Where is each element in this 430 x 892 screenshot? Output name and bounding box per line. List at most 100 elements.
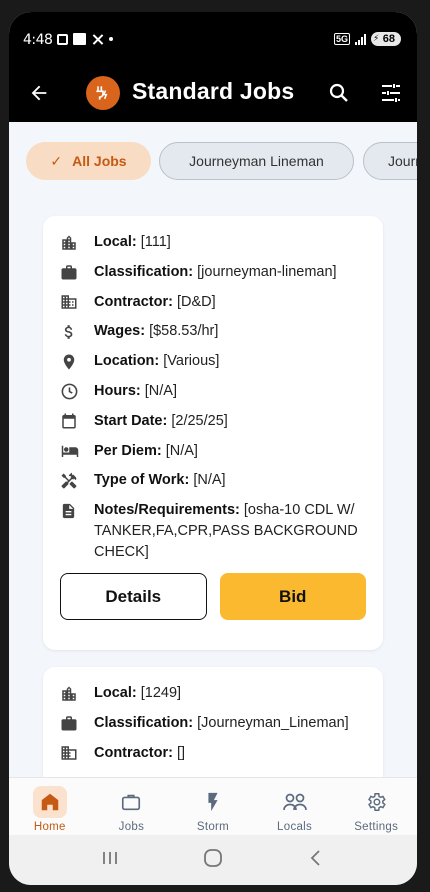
back-system-button[interactable]	[306, 848, 326, 873]
nav-item-locals[interactable]: Locals	[254, 778, 336, 835]
chip-label: Journeyman	[388, 153, 417, 169]
job-field-notes: Notes/Requirements: [osha-10 CDL W/ TANK…	[60, 500, 366, 563]
job-field-classification: Classification: [journeyman-lineman]	[60, 262, 366, 292]
field-label: Start Date:	[94, 412, 168, 429]
field-label: Per Diem:	[94, 442, 162, 459]
home-icon	[41, 793, 59, 811]
arrow-left-icon	[31, 85, 47, 101]
notification-icon	[91, 33, 104, 45]
field-value: [Journeyman_Lineman]	[197, 714, 349, 731]
field-label: Local:	[94, 685, 137, 701]
filter-chip-journeyman-lineman[interactable]: Journeyman Lineman	[159, 142, 354, 180]
check-icon: ✓	[50, 152, 63, 169]
field-label: Contractor:	[94, 744, 173, 761]
field-label: Notes/Requirements:	[94, 502, 240, 519]
nav-label: Storm	[196, 821, 230, 833]
field-value: [1249]	[140, 685, 182, 701]
tools-icon	[61, 472, 77, 489]
field-label: Contractor:	[94, 293, 173, 310]
location-pin-icon	[63, 354, 75, 370]
plug-icon	[96, 86, 108, 100]
field-label: Classification:	[94, 263, 194, 280]
status-bar: 4:48 5G 68	[9, 12, 417, 64]
back-button[interactable]	[25, 79, 53, 107]
home-system-button[interactable]	[202, 847, 224, 874]
dollar-icon	[64, 325, 73, 339]
job-field-contractor: Contractor: []	[60, 743, 366, 773]
field-value: [D&D]	[176, 293, 216, 310]
filter-chip-all-jobs[interactable]: ✓ All Jobs	[26, 142, 151, 180]
briefcase-icon	[122, 794, 141, 811]
app-logo	[86, 76, 120, 110]
bed-icon	[61, 445, 79, 458]
job-field-hours: Hours: [N/A]	[60, 381, 366, 411]
status-right: 5G 68	[333, 32, 401, 46]
job-field-contractor: Contractor: [D&D]	[60, 292, 366, 322]
job-field-local: Local: [1249]	[60, 683, 366, 713]
nav-label: Jobs	[118, 821, 145, 833]
briefcase-icon	[61, 716, 77, 731]
job-actions: Details Bid	[60, 573, 366, 621]
home-circle-icon	[204, 848, 222, 867]
field-label: Hours:	[94, 382, 141, 399]
field-label: Classification:	[94, 714, 194, 731]
building-icon	[61, 746, 77, 760]
page-title: Standard Jobs	[132, 78, 295, 104]
nav-item-storm[interactable]: Storm	[172, 778, 254, 835]
field-label: Wages:	[94, 323, 146, 340]
signal-icon	[355, 33, 366, 45]
recent-apps-button[interactable]	[100, 849, 120, 872]
phone-screen: 4:48 5G 68 Standard Jobs	[9, 12, 417, 885]
field-value: [Various]	[163, 353, 220, 370]
status-time: 4:48	[23, 32, 53, 48]
clock-icon	[61, 383, 78, 400]
job-field-start-date: Start Date: [2/25/25]	[60, 411, 366, 441]
job-field-location: Location: [Various]	[60, 351, 366, 381]
details-button[interactable]: Details	[60, 573, 207, 621]
briefcase-icon	[61, 265, 77, 280]
job-card: Local: [1249] Classification: [Journeyma…	[43, 667, 383, 777]
notification-icons	[57, 33, 113, 45]
filter-chips: ✓ All Jobs Journeyman Lineman Journeyman	[9, 122, 417, 200]
job-field-wages: Wages: [$58.53/hr]	[60, 321, 366, 351]
job-field-type-of-work: Type of Work: [N/A]	[60, 470, 366, 500]
search-button[interactable]	[327, 81, 353, 107]
building-icon	[61, 295, 77, 309]
nav-item-home[interactable]: Home	[9, 778, 91, 835]
group-icon	[282, 793, 307, 811]
nav-item-settings[interactable]: Settings	[335, 778, 417, 835]
field-value: [N/A]	[144, 382, 177, 399]
filter-settings-button[interactable]	[379, 81, 405, 107]
job-card: Local: [111] Classification: [journeyman…	[43, 216, 383, 650]
field-value: []	[176, 744, 186, 761]
nav-label: Locals	[277, 821, 313, 833]
network-type: 5G	[333, 33, 350, 45]
nav-label: Settings	[354, 821, 399, 833]
notification-icon	[57, 33, 68, 45]
recents-icon	[103, 851, 117, 864]
calendar-icon	[62, 413, 76, 429]
gear-icon	[368, 793, 386, 811]
system-navigation-bar	[9, 835, 417, 885]
field-value: [111]	[140, 234, 171, 250]
field-label: Location:	[94, 353, 160, 370]
chevron-left-icon	[310, 849, 320, 866]
app-bar: Standard Jobs	[9, 64, 417, 122]
tune-icon	[382, 84, 400, 102]
lightning-icon	[208, 792, 218, 812]
filter-chip-journeyman[interactable]: Journeyman	[363, 142, 417, 180]
field-value: [$58.53/hr]	[149, 323, 219, 340]
bid-button[interactable]: Bid	[219, 573, 366, 621]
chip-label: All Jobs	[72, 153, 127, 169]
field-value: [N/A]	[193, 472, 226, 489]
city-icon	[62, 235, 76, 250]
field-label: Local:	[94, 234, 137, 250]
more-notifications-icon	[109, 37, 113, 41]
document-icon	[62, 503, 75, 518]
nav-item-jobs[interactable]: Jobs	[91, 778, 173, 835]
job-field-classification: Classification: [Journeyman_Lineman]	[60, 713, 366, 743]
field-value: [2/25/25]	[171, 412, 228, 429]
field-value: [journeyman-lineman]	[197, 263, 337, 280]
chip-label: Journeyman Lineman	[189, 153, 324, 169]
battery-icon: 68	[371, 32, 401, 46]
